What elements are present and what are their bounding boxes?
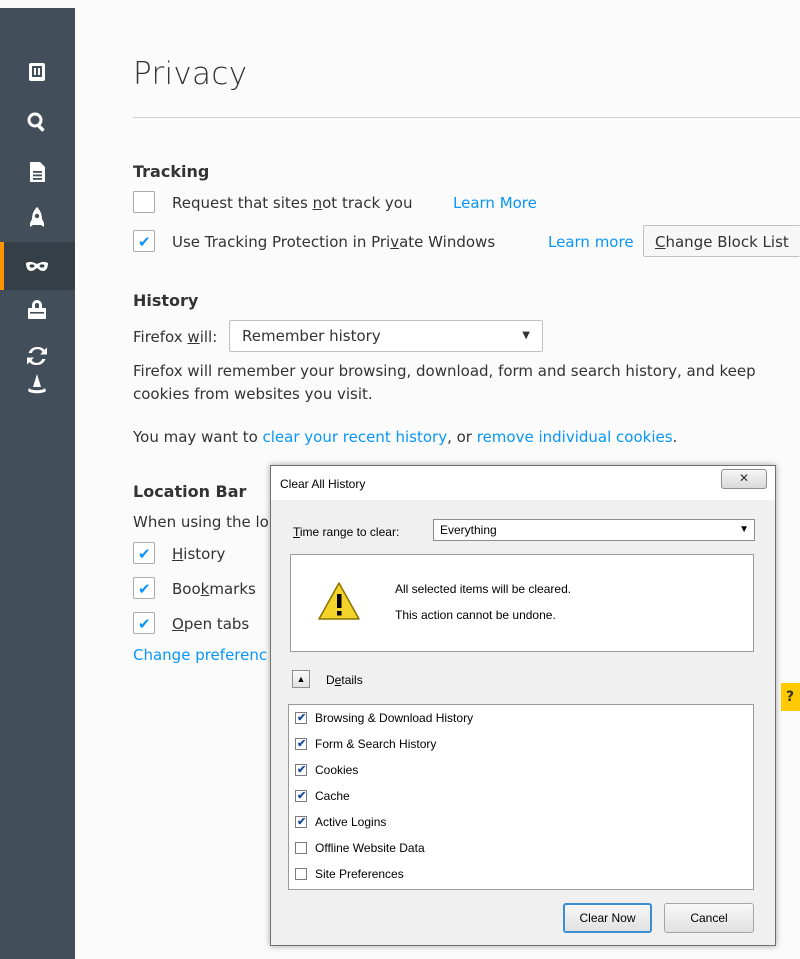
close-icon[interactable]: ✕ xyxy=(721,469,767,489)
location-open-tabs-label: Open tabs xyxy=(172,615,250,633)
sidebar-item-security[interactable] xyxy=(24,297,50,323)
checkmark-icon: ✔ xyxy=(138,615,151,633)
details-toggle-button[interactable]: ▲ xyxy=(292,670,310,688)
firefox-will-label: Firefox will: xyxy=(133,328,218,346)
time-range-label: Time range to clear: xyxy=(293,525,400,539)
title-divider xyxy=(133,117,800,118)
time-range-value: Everything xyxy=(440,523,497,537)
sidebar-item-applications[interactable] xyxy=(24,205,50,231)
warning-box: All selected items will be cleared. This… xyxy=(290,554,754,652)
dropdown-arrow-icon: ▼ xyxy=(739,524,749,535)
dialog-title: Clear All History xyxy=(280,477,366,491)
category-sidebar xyxy=(0,0,75,959)
checkmark-icon: ✔ xyxy=(138,545,151,563)
sidebar-item-privacy[interactable] xyxy=(24,253,50,279)
location-history-checkbox[interactable]: ✔ xyxy=(133,542,155,564)
location-bar-heading: Location Bar xyxy=(133,482,247,501)
checkmark-icon: ✔ xyxy=(138,580,151,598)
security-lock-icon xyxy=(28,300,46,319)
cookies-checkbox[interactable]: ✔ xyxy=(295,764,307,776)
dialog-titlebar: Clear All History ✕ xyxy=(271,466,775,500)
advanced-wizard-icon xyxy=(28,374,46,394)
time-range-select[interactable]: Everything ▼ xyxy=(433,519,755,541)
browsing-history-checkbox[interactable]: ✔ xyxy=(295,712,307,724)
do-not-track-learn-more-link[interactable]: Learn More xyxy=(453,194,537,212)
warning-line1: All selected items will be cleared. xyxy=(395,582,572,596)
search-icon xyxy=(27,112,45,132)
sidebar-item-search[interactable] xyxy=(24,109,50,135)
page-title: Privacy xyxy=(133,56,248,92)
location-bookmarks-label: Bookmarks xyxy=(172,580,256,598)
checkmark-icon: ✔ xyxy=(138,233,151,251)
content-icon xyxy=(30,162,45,182)
sidebar-item-content[interactable] xyxy=(24,159,50,185)
clear-all-history-dialog: Clear All History ✕ Time range to clear:… xyxy=(270,465,776,946)
tracking-heading: Tracking xyxy=(133,162,210,181)
history-suggestion: You may want to clear your recent histor… xyxy=(133,428,678,446)
location-bookmarks-checkbox[interactable]: ✔ xyxy=(133,577,155,599)
form-search-history-checkbox[interactable]: ✔ xyxy=(295,738,307,750)
chevron-up-icon: ▲ xyxy=(296,674,306,684)
history-heading: History xyxy=(133,291,199,310)
tracking-protection-learn-more-link[interactable]: Learn more xyxy=(548,233,634,251)
applications-rocket-icon xyxy=(30,207,44,227)
change-preferences-link[interactable]: Change preferenc xyxy=(133,646,267,664)
location-open-tabs-checkbox[interactable]: ✔ xyxy=(133,612,155,634)
warning-line2: This action cannot be undone. xyxy=(395,608,556,622)
active-logins-checkbox[interactable]: ✔ xyxy=(295,816,307,828)
cancel-button[interactable]: Cancel xyxy=(664,903,754,933)
sidebar-item-advanced[interactable] xyxy=(24,371,50,397)
sidebar-selected-marker xyxy=(0,242,4,290)
do-not-track-label: Request that sites not track you xyxy=(172,194,413,212)
location-bar-intro: When using the lo xyxy=(133,513,269,531)
privacy-mask-icon xyxy=(26,261,48,271)
tracking-protection-checkbox[interactable]: ✔ xyxy=(133,230,155,252)
history-mode-select[interactable]: Remember history ▼ xyxy=(229,320,543,352)
remove-individual-cookies-link[interactable]: remove individual cookies xyxy=(477,428,673,446)
history-items-list: ✔ Browsing & Download History ✔ Form & Sea… xyxy=(288,704,754,890)
sidebar-item-sync[interactable] xyxy=(24,343,50,369)
clear-now-button[interactable]: Clear Now xyxy=(563,903,652,933)
site-preferences-checkbox[interactable] xyxy=(295,868,307,880)
warning-icon xyxy=(318,582,360,620)
history-description-line2: cookies from websites you visit. xyxy=(133,385,373,403)
dropdown-arrow-icon: ▼ xyxy=(522,330,530,341)
sync-icon xyxy=(27,346,47,366)
location-history-label: History xyxy=(172,545,226,563)
do-not-track-checkbox[interactable] xyxy=(133,191,155,213)
general-icon xyxy=(29,63,45,81)
history-mode-value: Remember history xyxy=(242,327,381,345)
cache-checkbox[interactable]: ✔ xyxy=(295,790,307,802)
offline-data-checkbox[interactable] xyxy=(295,842,307,854)
sidebar-item-general[interactable] xyxy=(24,59,50,85)
tracking-protection-label: Use Tracking Protection in Private Windo… xyxy=(172,233,496,251)
change-block-list-button[interactable]: Change Block List xyxy=(643,225,800,257)
clear-recent-history-link[interactable]: clear your recent history xyxy=(263,428,448,446)
details-label: Details xyxy=(326,673,363,687)
help-button[interactable]: ? xyxy=(781,683,800,711)
history-description-line1: Firefox will remember your browsing, dow… xyxy=(133,362,756,380)
